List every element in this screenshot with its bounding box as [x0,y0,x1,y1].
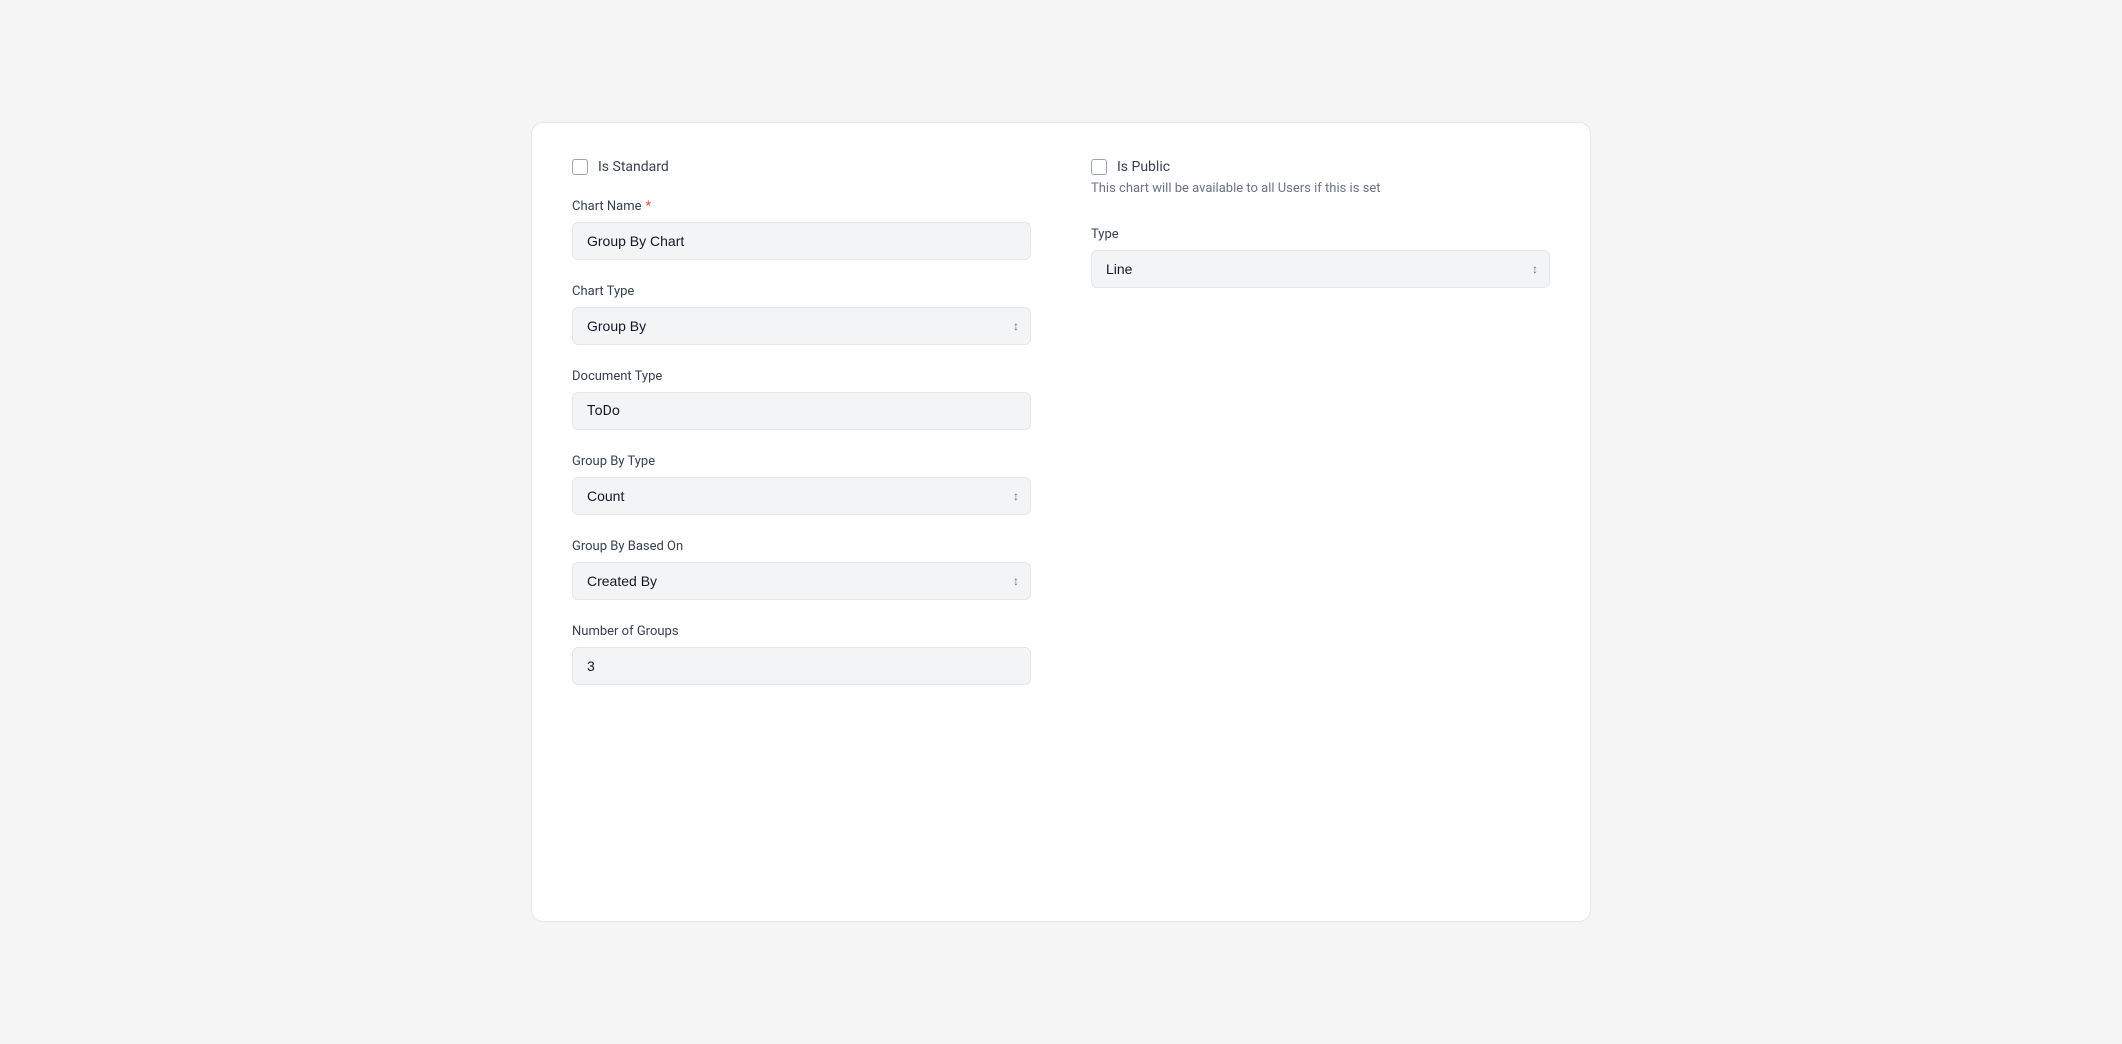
chart-name-group: Chart Name * [572,199,1031,260]
chart-type-select-wrapper: Group By Line Bar Pie ↕ [572,307,1031,345]
is-public-row: Is Public [1091,159,1550,175]
type-select[interactable]: Line Bar Pie Scatter [1091,250,1550,288]
chart-type-select[interactable]: Group By Line Bar Pie [572,307,1031,345]
is-standard-label: Is Standard [598,159,669,175]
group-by-type-group: Group By Type Count Sum Average ↕ [572,454,1031,515]
chart-type-label: Chart Type [572,284,1031,299]
is-standard-row: Is Standard [572,159,1031,175]
group-by-based-on-select-wrapper: Created By Modified By Status ↕ [572,562,1031,600]
is-public-checkbox[interactable] [1091,159,1107,175]
is-public-label: Is Public [1117,159,1170,175]
chart-type-group: Chart Type Group By Line Bar Pie ↕ [572,284,1031,345]
number-of-groups-group: Number of Groups [572,624,1031,685]
right-column: Is Public This chart will be available t… [1091,159,1550,881]
is-standard-checkbox[interactable] [572,159,588,175]
left-column: Is Standard Chart Name * Chart Type Grou… [572,159,1031,881]
group-by-based-on-select[interactable]: Created By Modified By Status [572,562,1031,600]
group-by-type-select-wrapper: Count Sum Average ↕ [572,477,1031,515]
form-card: Is Standard Chart Name * Chart Type Grou… [531,122,1591,922]
type-select-wrapper: Line Bar Pie Scatter ↕ [1091,250,1550,288]
chart-name-input[interactable] [572,222,1031,260]
document-type-group: Document Type ToDo [572,369,1031,430]
group-by-based-on-group: Group By Based On Created By Modified By… [572,539,1031,600]
chart-name-label: Chart Name * [572,199,1031,214]
group-by-based-on-label: Group By Based On [572,539,1031,554]
group-by-type-label: Group By Type [572,454,1031,469]
document-type-label: Document Type [572,369,1031,384]
document-type-value: ToDo [572,392,1031,430]
required-indicator: * [646,199,652,214]
type-label: Type [1091,227,1550,242]
type-group: Type Line Bar Pie Scatter ↕ [1091,227,1550,288]
number-of-groups-label: Number of Groups [572,624,1031,639]
number-of-groups-input[interactable] [572,647,1031,685]
group-by-type-select[interactable]: Count Sum Average [572,477,1031,515]
is-public-helper-text: This chart will be available to all User… [1091,179,1550,199]
